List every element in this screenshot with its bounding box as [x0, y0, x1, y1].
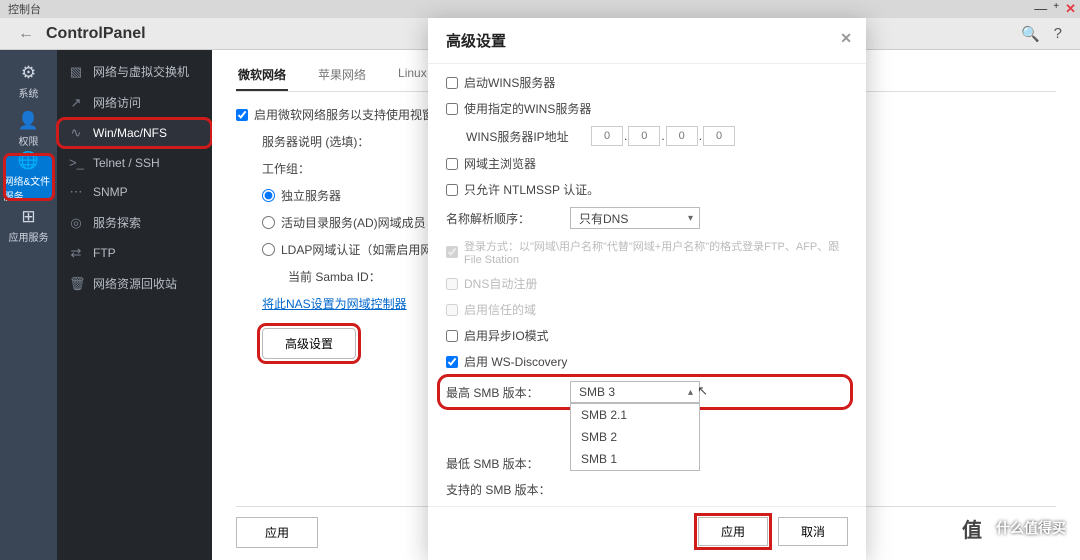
domain-browser-checkbox[interactable]: [446, 158, 458, 170]
trusted-domain-checkbox: [446, 304, 458, 316]
back-arrow-icon[interactable]: ←: [18, 25, 34, 43]
close-icon[interactable]: ✕: [1065, 1, 1076, 17]
wins-enable-label: 启动WINS服务器: [464, 74, 555, 91]
tab-apple[interactable]: 苹果网络: [316, 60, 368, 91]
max-smb-select[interactable]: SMB 3: [570, 381, 700, 403]
modal-cancel-button[interactable]: 取消: [778, 517, 848, 546]
login-method-label: 登录方式：以"网域\用户名称"代替"网域+用户名称"的格式登录FTP、AFP、跟…: [464, 238, 848, 266]
radar-icon: ◎: [69, 215, 83, 231]
samba-id-label: 当前 Samba ID：: [288, 268, 381, 285]
trash-icon: 🗑: [69, 276, 83, 292]
wins-custom-checkbox[interactable]: [446, 103, 458, 115]
sidebar-item-winmacnfs[interactable]: ∿ Win/Mac/NFS: [57, 118, 212, 148]
async-io-label: 启用异步IO模式: [464, 327, 549, 344]
radio-ad[interactable]: [262, 216, 275, 229]
wins-ip-3[interactable]: [666, 126, 698, 146]
switch-icon: ▧: [69, 64, 83, 80]
watermark-logo-icon: 值: [954, 510, 990, 546]
maximize-icon[interactable]: +: [1053, 1, 1059, 17]
wins-enable-checkbox[interactable]: [446, 77, 458, 89]
globe-icon: 🌐: [18, 151, 39, 171]
transfer-icon: ⇄: [69, 245, 83, 261]
leftnav-network-files[interactable]: 🌐 网络&文件服务: [4, 154, 54, 200]
watermark: 值 什么值得买: [954, 510, 1066, 546]
sidebar-item-discovery[interactable]: ◎ 服务探索: [57, 207, 212, 238]
wins-ip-2[interactable]: [628, 126, 660, 146]
terminal-icon: >_: [69, 155, 83, 170]
titlebar-label: 控制台: [8, 1, 41, 17]
wins-ip-4[interactable]: [703, 126, 735, 146]
workgroup-label: 工作组：: [262, 160, 362, 177]
wins-ip-label: WINS服务器IP地址: [466, 128, 590, 145]
leftnav-permission[interactable]: 👤 权限: [4, 106, 54, 152]
min-smb-label: 最低 SMB 版本：: [446, 455, 570, 472]
name-resolve-label: 名称解析顺序：: [446, 210, 570, 227]
sidebar: ▧ 网络与虚拟交换机 ↗ 网络访问 ∿ Win/Mac/NFS >_ Telne…: [57, 50, 212, 560]
dropdown-option[interactable]: SMB 2: [571, 426, 699, 448]
server-desc-label: 服务器说明 (选填)：: [262, 133, 369, 150]
sidebar-item-ftp[interactable]: ⇄ FTP: [57, 238, 212, 268]
apps-icon: ⊞: [21, 207, 35, 227]
domain-browser-label: 网域主浏览器: [464, 155, 536, 172]
supported-smb-label: 支持的 SMB 版本：: [446, 481, 570, 498]
async-io-checkbox[interactable]: [446, 330, 458, 342]
trusted-domain-label: 启用信任的域: [464, 301, 536, 318]
search-icon[interactable]: 🔍: [1021, 25, 1040, 43]
dropdown-option[interactable]: SMB 1: [571, 448, 699, 470]
wins-ip-1[interactable]: [591, 126, 623, 146]
access-icon: ↗: [69, 95, 83, 111]
advanced-settings-button[interactable]: 高级设置: [262, 328, 356, 359]
watermark-text: 什么值得买: [996, 518, 1066, 538]
dns-auto-checkbox: [446, 278, 458, 290]
radio-ldap[interactable]: [262, 243, 275, 256]
leftnav-system[interactable]: ⚙ 系统: [4, 58, 54, 104]
modal-close-icon[interactable]: ✕: [840, 30, 852, 47]
ws-discovery-checkbox[interactable]: [446, 356, 458, 368]
dropdown-option[interactable]: SMB 2.1: [571, 404, 699, 426]
tab-msnetwork[interactable]: 微软网络: [236, 60, 288, 91]
sidebar-item-snmp[interactable]: ⋯ SNMP: [57, 177, 212, 207]
modal-title: 高级设置 ✕: [428, 18, 866, 64]
dns-auto-label: DNS自动注册: [464, 275, 537, 292]
leftnav-apps[interactable]: ⊞ 应用服务: [4, 202, 54, 248]
enable-service-checkbox[interactable]: [236, 109, 248, 121]
dots-icon: ⋯: [69, 184, 83, 200]
sidebar-item-recycle[interactable]: 🗑 网络资源回收站: [57, 268, 212, 299]
nas-controller-link[interactable]: 将此NAS设置为网域控制器: [262, 295, 407, 312]
sidebar-item-netaccess[interactable]: ↗ 网络访问: [57, 87, 212, 118]
login-method-checkbox: [446, 246, 458, 258]
radio-standalone[interactable]: [262, 189, 275, 202]
modal-apply-button[interactable]: 应用: [698, 517, 768, 546]
ws-discovery-label: 启用 WS-Discovery: [464, 353, 567, 370]
left-nav: ⚙ 系统 👤 权限 🌐 网络&文件服务 ⊞ 应用服务: [0, 50, 57, 560]
ntlmssp-label: 只允许 NTLMSSP 认证。: [464, 181, 599, 198]
content-apply-button[interactable]: 应用: [236, 517, 318, 548]
radio-standalone-label: 独立服务器: [281, 187, 341, 204]
wins-custom-label: 使用指定的WINS服务器: [464, 100, 591, 117]
sidebar-item-vswitch[interactable]: ▧ 网络与虚拟交换机: [57, 56, 212, 87]
ntlmssp-checkbox[interactable]: [446, 184, 458, 196]
page-title: ControlPanel: [46, 25, 146, 43]
max-smb-dropdown: SMB 3 SMB 2.1 SMB 2 SMB 1: [570, 403, 700, 471]
window-titlebar: 控制台 — + ✕: [0, 0, 1080, 18]
user-icon: 👤: [18, 111, 39, 131]
wave-icon: ∿: [69, 125, 83, 141]
name-resolve-select[interactable]: 只有DNS: [570, 207, 700, 229]
gear-icon: ⚙: [21, 63, 36, 83]
advanced-settings-modal: 高级设置 ✕ 启动WINS服务器 使用指定的WINS服务器 WINS服务器IP地…: [428, 18, 866, 560]
max-smb-label: 最高 SMB 版本：: [446, 384, 570, 401]
minimize-icon[interactable]: —: [1034, 1, 1047, 17]
sidebar-item-telnet[interactable]: >_ Telnet / SSH: [57, 148, 212, 177]
help-icon[interactable]: ?: [1054, 25, 1062, 43]
